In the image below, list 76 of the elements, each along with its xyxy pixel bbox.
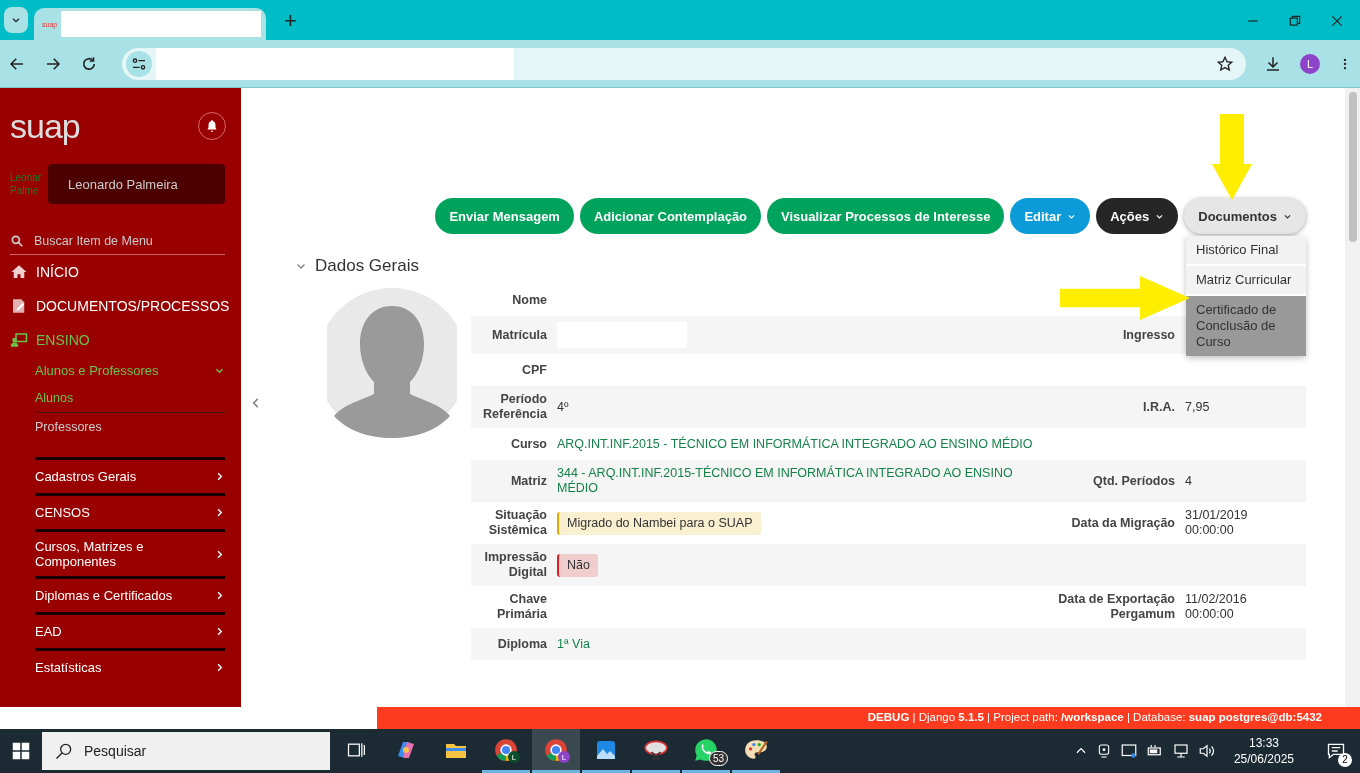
submenu-link[interactable]: Alunos [35, 384, 225, 413]
status-badge: Migrado do Nambei para o SUAP [557, 511, 761, 535]
profile-avatar[interactable]: L [1300, 53, 1320, 74]
field-link[interactable]: 344 - ARQ.INT.INF.2015-TÉCNICO EM INFORMÁTICA INTEGRADO AO ENSINO MÉDIO [557, 466, 1035, 496]
profile-avatar: L [508, 751, 520, 763]
windows-start-icon[interactable] [12, 742, 30, 760]
taskbar-app-button[interactable]: L [532, 729, 580, 773]
broken-avatar-text: Leonar Palme [10, 171, 43, 197]
download-icon[interactable] [1264, 54, 1282, 73]
reload-icon[interactable] [80, 54, 98, 73]
star-icon[interactable] [1216, 54, 1234, 73]
submenu-item[interactable]: Alunos e Professores [35, 357, 225, 384]
dropdown-item[interactable]: Certificado de Conclusão de Curso [1186, 296, 1306, 356]
chevron-down-icon[interactable] [11, 15, 21, 25]
field-label: I.R.A. [1142, 399, 1175, 415]
restore-icon[interactable] [1288, 14, 1302, 28]
screen-icon[interactable] [1119, 742, 1138, 760]
submenu-item[interactable]: Estatísticas [35, 648, 225, 684]
field-label: Diploma [496, 636, 547, 652]
field-label: Data da Migração [1070, 515, 1175, 531]
search-icon [54, 741, 74, 761]
field-label: Matrícula [491, 327, 547, 343]
notification-count: 2 [1338, 753, 1352, 767]
field-label: Data de Exportação Pergamum [1057, 592, 1175, 622]
volume-icon[interactable] [1197, 742, 1216, 760]
submenu-link[interactable]: Professores [35, 413, 225, 441]
field-value: 7,95 [1185, 399, 1211, 415]
debug-toolbar-text: DEBUG | Django 5.1.5 | Project path: /workspace | Database: suap postgres@db:5432 [377, 707, 1360, 729]
scrollbar[interactable] [1345, 88, 1360, 707]
action-button[interactable]: Documentos [1184, 198, 1306, 234]
bell-icon [205, 119, 219, 133]
unread-count: 53 [708, 751, 728, 766]
dropdown-item[interactable]: Histórico Final [1186, 236, 1306, 266]
field-label: CPF [521, 362, 547, 378]
field-value: 4 [1185, 473, 1193, 489]
submenu-item[interactable]: EAD [35, 612, 225, 648]
search-icon [10, 234, 24, 248]
close-icon[interactable] [1330, 14, 1344, 28]
submenu-item[interactable]: Cursos, Matrizes e Componentes [35, 529, 225, 576]
clock-date[interactable]: 25/06/2025 [1233, 751, 1294, 767]
taskbar-app-button[interactable]: 53 [682, 729, 730, 773]
network-icon[interactable] [1171, 742, 1190, 760]
field-label: Período Referência [482, 392, 547, 422]
taskbar-app-button[interactable]: L [482, 729, 530, 773]
menu-search-field[interactable]: Buscar Item de Menu [34, 234, 204, 248]
menu-item[interactable]: INÍCIO [10, 255, 225, 289]
submenu-item[interactable]: Diplomas e Certificados [35, 576, 225, 612]
home-icon [10, 263, 28, 281]
field-value: 11/02/2016 00:00:00 [1185, 592, 1248, 622]
field-label: Nome [511, 292, 547, 308]
field-value: 4º [557, 399, 570, 415]
field-label: Matriz [509, 473, 547, 489]
submenu-item[interactable]: CENSOS [35, 493, 225, 529]
field-value: 31/01/2019 00:00:00 [1185, 508, 1249, 538]
teacher-board-icon [10, 331, 28, 349]
field-link[interactable]: 1ª Via [557, 636, 1035, 652]
new-tab-button[interactable]: + [280, 8, 301, 34]
field-label: Chave Primária [495, 592, 547, 622]
field-label: Ingresso [1121, 327, 1175, 343]
site-settings-icon[interactable] [131, 55, 147, 72]
submenu-item[interactable]: Cadastros Gerais [35, 457, 225, 493]
field-label: Impressão Digital [483, 550, 547, 580]
action-button[interactable]: Ações [1096, 198, 1179, 234]
field-label: Qtd. Períodos [1092, 473, 1175, 489]
section-title[interactable]: Dados Gerais [315, 256, 419, 276]
profile-avatar: L [558, 751, 570, 763]
user-name[interactable]: Leonardo Palmeira [48, 164, 225, 204]
field-link[interactable]: ARQ.INT.INF.2015 - TÉCNICO EM INFORMÁTICA INTEGRADO AO ENSINO MÉDIO [557, 436, 1035, 452]
field-label: Curso [509, 436, 547, 452]
notification-center-icon [1326, 741, 1346, 761]
field-label: Situação Sistêmica [487, 508, 547, 538]
status-badge: Não [557, 553, 598, 577]
menu-item[interactable]: ENSINO [10, 323, 225, 357]
suap-logo[interactable]: suap [10, 106, 80, 146]
taskbar-search-field[interactable]: Pesquisar [42, 732, 330, 770]
clock-time[interactable]: 13:33 [1233, 735, 1294, 751]
